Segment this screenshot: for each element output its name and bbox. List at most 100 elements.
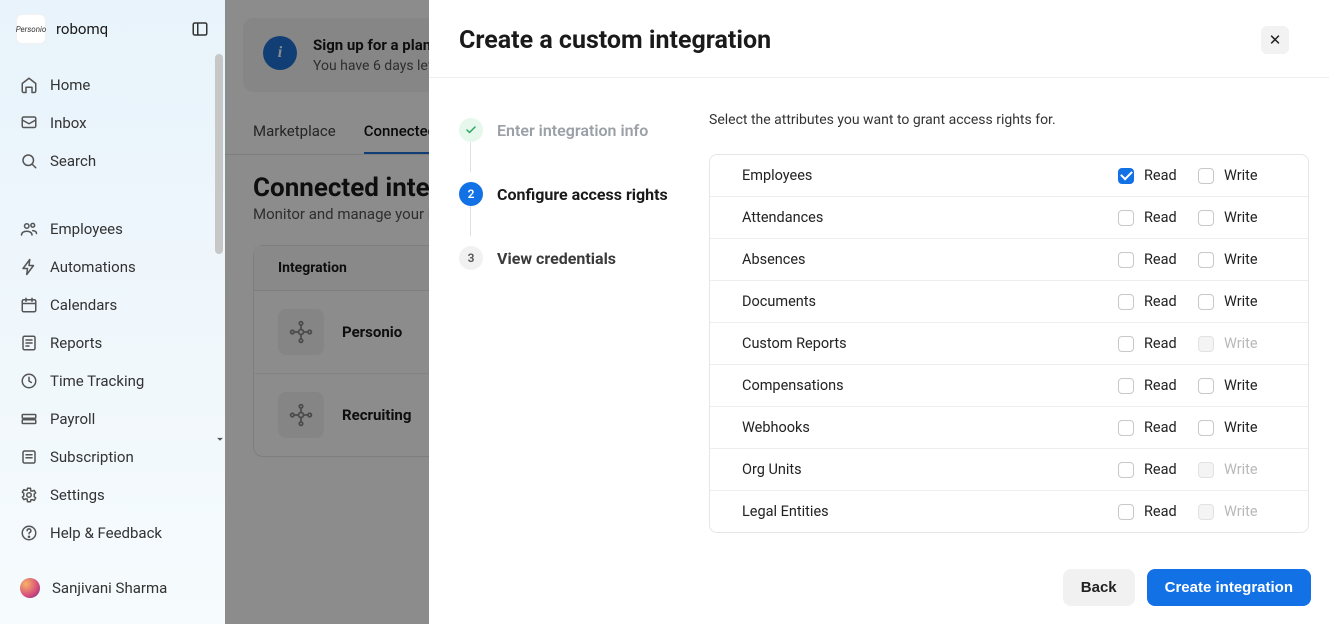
attribute-name: Webhooks [742, 419, 1118, 436]
step-label: View credentials [497, 249, 616, 268]
perm-write-label: Write [1224, 251, 1258, 268]
perm-read: Read [1118, 209, 1198, 226]
perm-write-label: Write [1224, 503, 1258, 520]
perm-read-label: Read [1144, 167, 1177, 184]
sidebar-item-settings[interactable]: Settings [8, 476, 217, 514]
sidebar-item-search[interactable]: Search [8, 142, 217, 180]
sidebar-item-label: Reports [50, 334, 102, 352]
sidebar-item-calendars[interactable]: Calendars [8, 286, 217, 324]
sidebar-item-label: Time Tracking [50, 372, 144, 390]
attribute-name: Org Units [742, 461, 1118, 478]
help-icon [20, 524, 38, 542]
write-checkbox[interactable] [1198, 210, 1214, 226]
step-label: Enter integration info [497, 121, 648, 140]
rights-row-employees: Employees Read Write [710, 155, 1308, 197]
attribute-name: Legal Entities [742, 503, 1118, 520]
search-icon [20, 152, 38, 170]
sidebar-item-label: Subscription [50, 448, 134, 466]
sidebar-item-help-feedback[interactable]: Help & Feedback [8, 514, 217, 552]
step-view-credentials[interactable]: 3View credentials [459, 240, 709, 304]
perm-read-label: Read [1144, 377, 1177, 394]
perm-write: Write [1198, 209, 1278, 226]
perm-write: Write [1198, 167, 1278, 184]
perm-read-label: Read [1144, 461, 1177, 478]
sidebar-item-label: Payroll [50, 410, 95, 428]
perm-write: Write [1198, 461, 1278, 478]
write-checkbox[interactable] [1198, 168, 1214, 184]
sidebar-item-label: Settings [50, 486, 105, 504]
write-checkbox[interactable] [1198, 294, 1214, 310]
perm-read-label: Read [1144, 251, 1177, 268]
settings-icon [20, 486, 38, 504]
step-configure-access-rights[interactable]: 2Configure access rights [459, 176, 709, 240]
sidebar-item-payroll[interactable]: Payroll [8, 400, 217, 438]
close-icon: ✕ [1269, 31, 1282, 49]
close-button[interactable]: ✕ [1261, 26, 1289, 54]
perm-write-label: Write [1224, 167, 1258, 184]
sidebar-item-home[interactable]: Home [8, 66, 217, 104]
inbox-icon [20, 114, 38, 132]
panel-title: Create a custom integration [459, 26, 771, 55]
write-checkbox[interactable] [1198, 378, 1214, 394]
sidebar-item-employees[interactable]: Employees [8, 210, 217, 248]
sidebar-item-label: Home [50, 76, 90, 94]
write-checkbox[interactable] [1198, 252, 1214, 268]
attribute-name: Employees [742, 167, 1118, 184]
sidebar-scrollbar[interactable] [213, 54, 223, 434]
attribute-name: Compensations [742, 377, 1118, 394]
sidebar-item-time-tracking[interactable]: Time Tracking [8, 362, 217, 400]
main: i Sign up for a plan You have 6 days lef… [225, 0, 1329, 624]
read-checkbox[interactable] [1118, 462, 1134, 478]
perm-write: Write [1198, 335, 1278, 352]
sidebar-item-label: Help & Feedback [50, 524, 162, 542]
back-button[interactable]: Back [1063, 569, 1135, 606]
sidebar-item-inbox[interactable]: Inbox [8, 104, 217, 142]
write-checkbox [1198, 336, 1214, 352]
rights-intro: Select the attributes you want to grant … [709, 112, 1309, 128]
attribute-name: Attendances [742, 209, 1118, 226]
read-checkbox[interactable] [1118, 210, 1134, 226]
read-checkbox[interactable] [1118, 168, 1134, 184]
perm-write-label: Write [1224, 419, 1258, 436]
read-checkbox[interactable] [1118, 336, 1134, 352]
reports-icon [20, 334, 38, 352]
attribute-name: Documents [742, 293, 1118, 310]
write-checkbox [1198, 462, 1214, 478]
rights-row-custom-reports: Custom Reports Read Write [710, 323, 1308, 365]
perm-write: Write [1198, 503, 1278, 520]
read-checkbox[interactable] [1118, 504, 1134, 520]
read-checkbox[interactable] [1118, 378, 1134, 394]
sidebar-user[interactable]: Sanjivani Sharma [8, 568, 217, 608]
read-checkbox[interactable] [1118, 294, 1134, 310]
sidebar-item-subscription[interactable]: Subscription [8, 438, 217, 476]
perm-read-label: Read [1144, 335, 1177, 352]
brand[interactable]: Personio robomq [16, 14, 108, 44]
user-name: Sanjivani Sharma [52, 579, 167, 597]
perm-read: Read [1118, 251, 1198, 268]
rights-row-org-units: Org Units Read Write [710, 449, 1308, 491]
read-checkbox[interactable] [1118, 420, 1134, 436]
perm-read: Read [1118, 461, 1198, 478]
rights-row-attendances: Attendances Read Write [710, 197, 1308, 239]
sidebar-item-label: Inbox [50, 114, 87, 132]
sidebar-item-automations[interactable]: Automations [8, 248, 217, 286]
perm-write-label: Write [1224, 209, 1258, 226]
sidebar-item-label: Automations [50, 258, 136, 276]
perm-read: Read [1118, 377, 1198, 394]
rights-table: Employees Read Write Attendances Read Wr… [709, 154, 1309, 533]
create-integration-button[interactable]: Create integration [1147, 569, 1311, 606]
sidebar: Personio robomq Home Inbox Search Employee… [0, 0, 225, 624]
write-checkbox [1198, 504, 1214, 520]
read-checkbox[interactable] [1118, 252, 1134, 268]
step-badge [459, 118, 483, 142]
step-label: Configure access rights [497, 185, 668, 204]
step-enter-integration-info[interactable]: Enter integration info [459, 112, 709, 176]
calendar-icon [20, 296, 38, 314]
create-integration-panel: Create a custom integration ✕ Enter inte… [429, 0, 1329, 624]
write-checkbox[interactable] [1198, 420, 1214, 436]
sidebar-item-reports[interactable]: Reports [8, 324, 217, 362]
rights-row-compensations: Compensations Read Write [710, 365, 1308, 407]
perm-write-label: Write [1224, 335, 1258, 352]
sidebar-collapse-icon[interactable] [191, 20, 209, 38]
brand-name: robomq [56, 20, 108, 38]
